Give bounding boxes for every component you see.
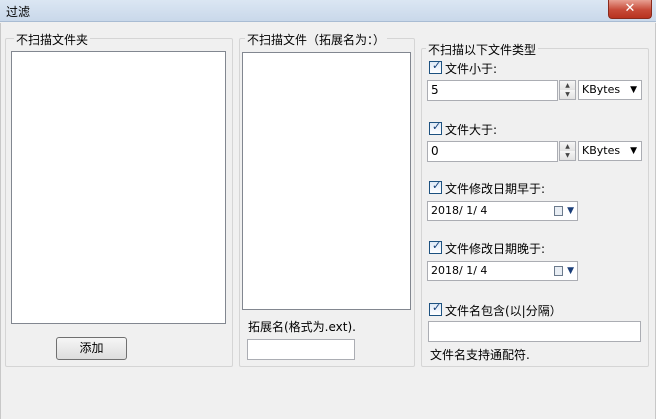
add-folder-button[interactable]: 添加: [56, 337, 127, 360]
name-contains-label: 文件名包含(以|分隔）: [445, 304, 562, 318]
folders-panel-title: 不扫描文件夹: [14, 31, 91, 48]
calendar-icon[interactable]: [554, 206, 563, 216]
calendar-icon[interactable]: [554, 266, 563, 276]
chevron-down-icon[interactable]: ▼: [567, 202, 574, 220]
folders-panel: 不扫描文件夹 添加: [5, 31, 233, 367]
check-icon: ✓: [432, 120, 442, 133]
size-greater-checkbox[interactable]: ✓: [429, 120, 442, 135]
modified-after-datepicker[interactable]: 2018/ 1/ 4 ▼: [427, 261, 578, 281]
size-greater-input[interactable]: 0: [427, 141, 558, 162]
dialog-body: 不扫描文件夹 添加 不扫描文件（拓展名为：） 拓展名(格式为.ext). 不扫描…: [0, 23, 656, 419]
chevron-down-icon: ▼: [630, 85, 637, 95]
modified-before-date: 2018/ 1/ 4: [431, 204, 488, 217]
size-greater-unit-select[interactable]: KBytes ▼: [578, 141, 642, 161]
name-contains-checkbox[interactable]: ✓: [429, 301, 442, 316]
size-less-input[interactable]: 5: [427, 80, 558, 101]
modified-after-label: 文件修改日期晚于:: [445, 242, 546, 256]
check-icon: ✓: [432, 301, 442, 314]
spin-up-icon[interactable]: ▲: [560, 142, 575, 151]
size-greater-stepper[interactable]: ▲ ▼: [559, 141, 576, 161]
size-less-unit-select[interactable]: KBytes ▼: [578, 80, 642, 100]
chevron-down-icon[interactable]: ▼: [567, 262, 574, 280]
size-less-checkbox[interactable]: ✓: [429, 59, 442, 74]
modified-after-date: 2018/ 1/ 4: [431, 264, 488, 277]
spin-down-icon[interactable]: ▼: [560, 90, 575, 99]
folders-listbox[interactable]: [11, 51, 226, 324]
close-icon: ✕: [624, 1, 636, 16]
title-bar: 过滤 ✕: [0, 0, 656, 22]
file-types-panel-title: 不扫描以下文件类型: [426, 41, 539, 58]
modified-before-checkbox[interactable]: ✓: [429, 179, 442, 194]
files-panel-title: 不扫描文件（拓展名为：）: [245, 31, 388, 48]
modified-before-datepicker[interactable]: 2018/ 1/ 4 ▼: [427, 201, 578, 221]
spin-up-icon[interactable]: ▲: [560, 81, 575, 90]
files-panel: 不扫描文件（拓展名为：） 拓展名(格式为.ext).: [239, 31, 415, 367]
wildcard-note: 文件名支持通配符.: [430, 348, 530, 362]
size-less-label: 文件小于:: [445, 62, 498, 76]
extension-label: 拓展名(格式为.ext).: [248, 320, 356, 334]
chevron-down-icon: ▼: [630, 146, 637, 156]
check-icon: ✓: [432, 239, 442, 252]
window-title: 过滤: [6, 5, 31, 19]
modified-after-checkbox[interactable]: ✓: [429, 239, 442, 254]
file-types-panel: 不扫描以下文件类型 ✓ 文件小于: 5 ▲ ▼ KBytes ▼ ✓ 文件大于:…: [421, 41, 649, 367]
size-greater-unit: KBytes: [582, 144, 621, 157]
name-contains-input[interactable]: [428, 321, 641, 342]
size-less-unit: KBytes: [582, 83, 621, 96]
close-button[interactable]: ✕: [608, 0, 652, 19]
spin-down-icon[interactable]: ▼: [560, 151, 575, 160]
modified-before-label: 文件修改日期早于:: [445, 182, 546, 196]
size-less-stepper[interactable]: ▲ ▼: [559, 80, 576, 100]
extensions-listbox[interactable]: [242, 52, 411, 310]
check-icon: ✓: [432, 59, 442, 72]
size-greater-label: 文件大于:: [445, 123, 498, 137]
check-icon: ✓: [432, 179, 442, 192]
extension-input[interactable]: [247, 339, 355, 360]
